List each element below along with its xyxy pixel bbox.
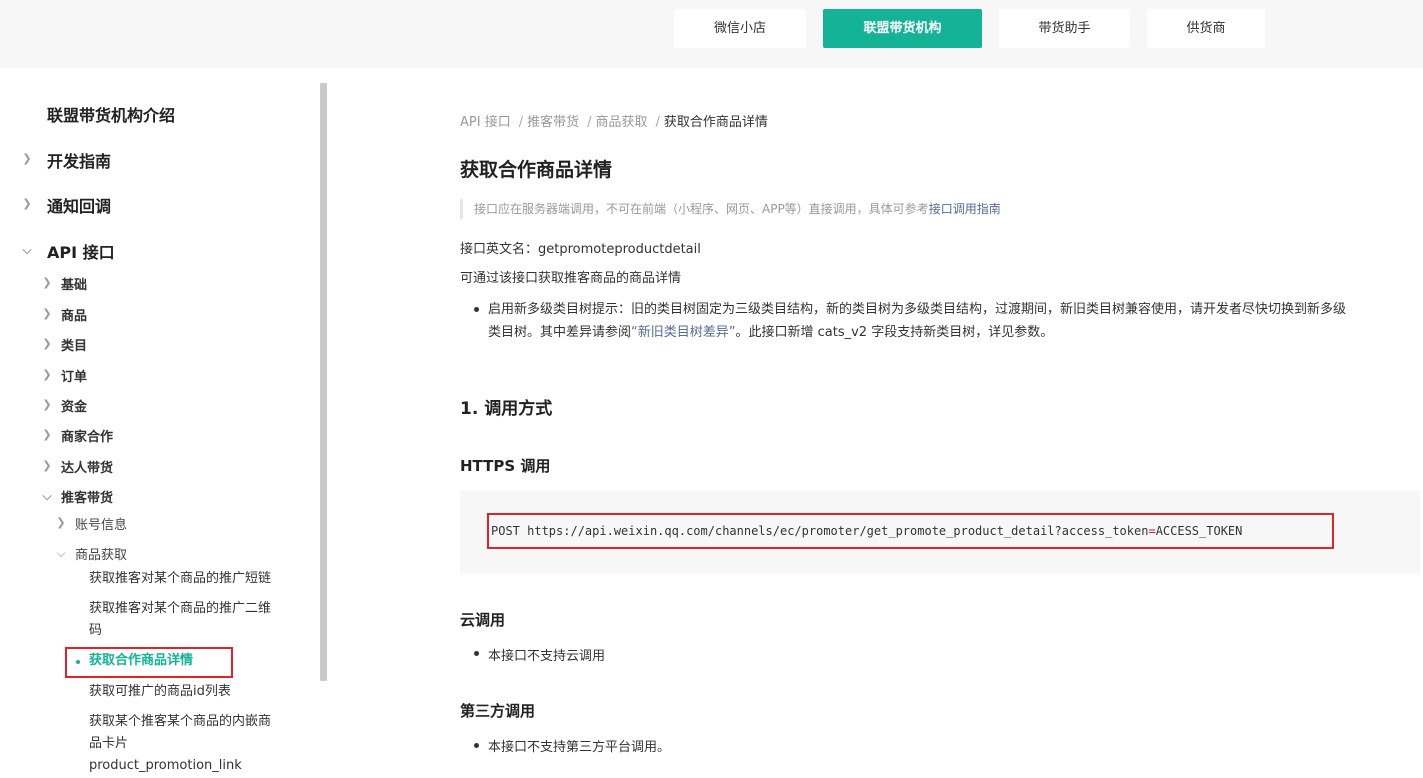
tab-weixin-shop[interactable]: 微信小店 xyxy=(674,9,806,48)
sidebar-item-influencer[interactable]: ❯ 达人带货 xyxy=(0,457,300,476)
notice-block: 接口应在服务器端调用，不可在前端（小程序、网页、APP等）直接调用，具体可参考接… xyxy=(460,199,1001,219)
sidebar-item-label: 获取推客对某个商品的推广二维 xyxy=(89,601,272,616)
tab-sales-assistant[interactable]: 带货助手 xyxy=(999,9,1130,48)
sidebar-item-funds[interactable]: ❯ 资金 xyxy=(0,396,300,415)
chevron-right-icon: ❯ xyxy=(42,337,52,350)
chevron-down-icon: ⌵ xyxy=(42,489,52,503)
sidebar-item-label: 获取推客对某个商品的推广短链 xyxy=(89,571,272,586)
sidebar-item-label: 通知回调 xyxy=(47,197,112,216)
sidebar-item-label: 联盟带货机构介绍 xyxy=(47,106,176,125)
sidebar-scrollbar[interactable] xyxy=(320,83,327,681)
tip-line-2a: 类目树。其中差异请参阅 xyxy=(488,325,632,340)
sidebar-item-intro[interactable]: 联盟带货机构介绍 xyxy=(0,102,300,125)
sidebar-item-label: 获取某个推客某个商品的内嵌商 xyxy=(89,714,272,729)
chevron-right-icon: ❯ xyxy=(42,398,52,411)
sidebar-item-label: 商家合作 xyxy=(61,430,114,445)
chevron-right-icon: ❯ xyxy=(42,276,52,289)
sidebar-item-label: 资金 xyxy=(61,400,88,415)
cloud-call-note: 本接口不支持云调用 xyxy=(488,649,606,664)
third-party-heading: 第三方调用 xyxy=(460,702,536,720)
sidebar-item-label: API 接口 xyxy=(47,243,115,262)
sidebar-item-label: 基础 xyxy=(61,278,88,293)
highlight-box-sidebar xyxy=(65,647,233,678)
sidebar-item-basic[interactable]: ❯ 基础 xyxy=(0,274,300,293)
sidebar-item-label: 码 xyxy=(89,623,103,638)
list-bullet-icon xyxy=(474,651,479,656)
list-bullet-icon xyxy=(474,743,479,748)
sidebar-item-account-info[interactable]: ❯ 账号信息 xyxy=(0,514,300,533)
breadcrumb: API 接口 / 推客带货 / 商品获取 / 获取合作商品详情 xyxy=(460,111,768,130)
cloud-call-heading: 云调用 xyxy=(460,611,506,629)
sidebar-item-notify[interactable]: ❯ 通知回调 xyxy=(0,193,300,216)
tab-supplier[interactable]: 供货商 xyxy=(1147,9,1265,48)
sidebar-item-goods-fetch[interactable]: ⌵ 商品获取 xyxy=(0,544,300,563)
sidebar-item-api[interactable]: ⌵ API 接口 xyxy=(0,239,300,262)
sidebar-item-label: 商品 xyxy=(61,309,88,324)
chevron-down-icon: ⌵ xyxy=(56,546,66,560)
chevron-right-icon: ❯ xyxy=(42,428,52,441)
sidebar-item-promoter[interactable]: ⌵ 推客带货 xyxy=(0,487,300,506)
sidebar-item-label: 达人带货 xyxy=(61,461,114,476)
sidebar-item-order[interactable]: ❯ 订单 xyxy=(0,366,300,385)
breadcrumb-item[interactable]: 推客带货 xyxy=(527,115,579,130)
category-tree-tip: 启用新多级类目树提示：旧的类目树固定为三级类目结构，新的类目树为多级类目结构，过… xyxy=(488,298,1423,344)
sidebar-item-label: 品卡片 xyxy=(89,736,129,751)
breadcrumb-item[interactable]: 商品获取 xyxy=(596,115,648,130)
api-call-guide-link[interactable]: 接口调用指南 xyxy=(929,202,1001,216)
chevron-right-icon: ❯ xyxy=(42,459,52,472)
sidebar-item-label: 订单 xyxy=(61,370,88,385)
chevron-right-icon: ❯ xyxy=(42,307,52,320)
chevron-right-icon: ❯ xyxy=(42,368,52,381)
sidebar-item-label: product_promotion_link xyxy=(89,758,242,773)
sidebar-item-product[interactable]: ❯ 商品 xyxy=(0,305,300,324)
sidebar-item-label: 获取可推广的商品id列表 xyxy=(89,684,231,699)
top-nav-bar: 微信小店 联盟带货机构 带货助手 供货商 xyxy=(0,0,1423,68)
tip-line-2b: 。此接口新增 cats_v2 字段支持新类目树，详见参数。 xyxy=(735,325,1054,340)
breadcrumb-item[interactable]: API 接口 xyxy=(460,115,511,130)
notice-text: 接口应在服务器端调用，不可在前端（小程序、网页、APP等）直接调用，具体可参考 xyxy=(474,202,929,216)
tip-line-1: 启用新多级类目树提示：旧的类目树固定为三级类目结构，新的类目树为多级类目结构，过… xyxy=(488,302,1347,317)
sidebar-item-label: 开发指南 xyxy=(47,152,112,171)
third-party-note: 本接口不支持第三方平台调用。 xyxy=(488,740,671,755)
tab-alliance-agency[interactable]: 联盟带货机构 xyxy=(823,9,982,48)
list-bullet-icon xyxy=(474,307,479,312)
section-call-method: 1. 调用方式 xyxy=(460,399,553,419)
breadcrumb-current: 获取合作商品详情 xyxy=(663,115,768,130)
breadcrumb-separator: / xyxy=(518,115,524,130)
chevron-right-icon: ❯ xyxy=(56,516,66,529)
breadcrumb-separator: / xyxy=(655,115,660,130)
chevron-down-icon: ⌵ xyxy=(22,243,32,257)
sidebar-item-label: 推客带货 xyxy=(61,491,114,506)
category-diff-link[interactable]: “新旧类目树差异” xyxy=(631,325,735,340)
api-description: 可通过该接口获取推客商品的商品详情 xyxy=(460,271,682,286)
sidebar-item-category[interactable]: ❯ 类目 xyxy=(0,335,300,354)
sidebar-item-promotable-list[interactable]: 获取可推广的商品id列表 xyxy=(89,681,231,703)
sidebar-item-dev-guide[interactable]: ❯ 开发指南 xyxy=(0,148,300,171)
sidebar-item-qrcode[interactable]: 获取推客对某个商品的推广二维 码 xyxy=(89,598,271,642)
chevron-right-icon: ❯ xyxy=(22,197,32,210)
sidebar-item-merchant-coop[interactable]: ❯ 商家合作 xyxy=(0,426,300,445)
https-call-heading: HTTPS 调用 xyxy=(460,457,551,475)
sidebar-item-label: 账号信息 xyxy=(75,518,128,533)
api-english-name: 接口英文名：getpromoteproductdetail xyxy=(460,242,701,257)
sidebar-item-label: 类目 xyxy=(61,339,88,354)
sidebar-item-embedded-card[interactable]: 获取某个推客某个商品的内嵌商 品卡片 product_promotion_lin… xyxy=(89,711,271,777)
page-title: 获取合作商品详情 xyxy=(460,159,613,181)
sidebar-item-short-link[interactable]: 获取推客对某个商品的推广短链 xyxy=(89,568,271,590)
breadcrumb-separator: / xyxy=(587,115,592,130)
chevron-right-icon: ❯ xyxy=(22,152,32,165)
sidebar-item-label: 商品获取 xyxy=(75,548,128,563)
highlight-box-code xyxy=(487,513,1334,549)
